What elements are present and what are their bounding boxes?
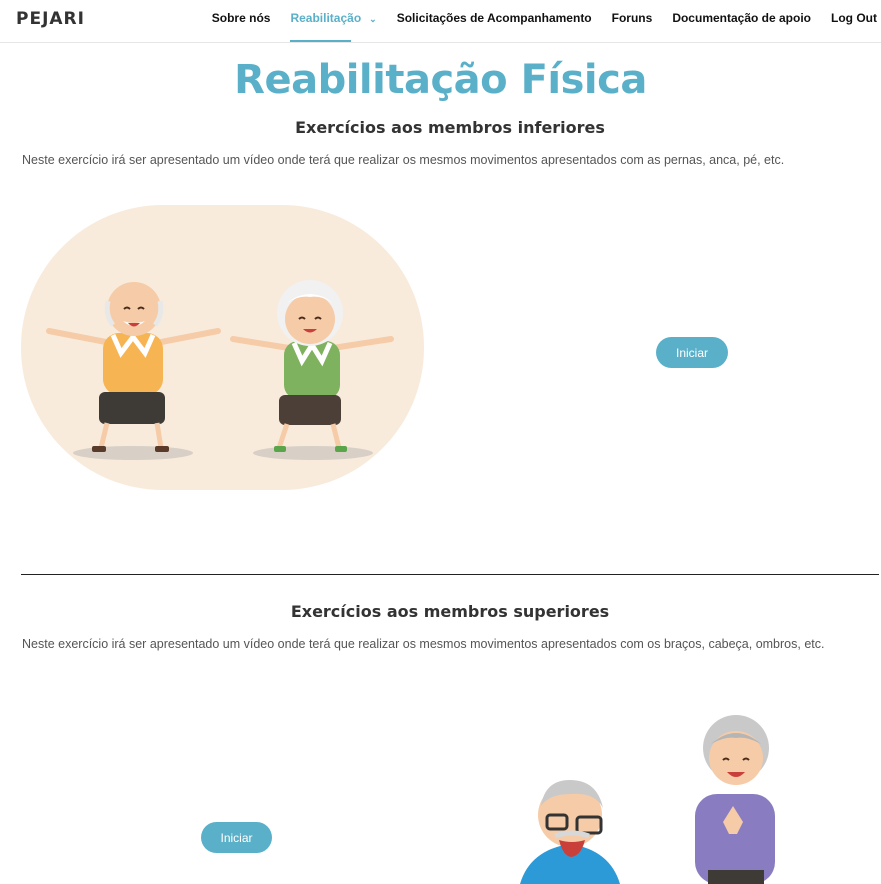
- section-title-lower-limbs: Exercícios aos membros inferiores: [295, 118, 605, 137]
- nav-label: Documentação de apoio: [672, 11, 812, 25]
- nav-item-sobre-nos[interactable]: Sobre nós: [212, 0, 271, 42]
- site-logo[interactable]: PEJARI: [16, 9, 85, 29]
- top-navbar: PEJARI Sobre nós Reabilitação ⌄ Solicitaç…: [0, 0, 881, 43]
- nav-item-log-out[interactable]: Log Out: [831, 0, 877, 42]
- elderly-couple-upper-body-illustration: [520, 715, 775, 884]
- page-title: Reabilitação Física: [234, 57, 647, 103]
- chevron-down-icon[interactable]: ⌄: [369, 14, 377, 24]
- nav-item-documentacao[interactable]: Documentação de apoio: [672, 0, 811, 42]
- section-title-upper-limbs: Exercícios aos membros superiores: [290, 602, 610, 621]
- main-nav: Sobre nós Reabilitação ⌄ Solicitações de …: [192, 0, 877, 42]
- nav-item-foruns[interactable]: Foruns: [612, 0, 653, 42]
- nav-label: Foruns: [611, 11, 653, 25]
- nav-label: Reabilitação: [290, 11, 362, 25]
- start-upper-limbs-button[interactable]: Iniciar: [201, 822, 272, 853]
- nav-label: Log Out: [831, 11, 877, 25]
- section-divider: [21, 574, 879, 575]
- nav-label: Solicitações de Acompanhamento: [396, 11, 592, 25]
- nav-item-reabilitacao[interactable]: Reabilitação ⌄: [290, 0, 377, 42]
- nav-item-solicitacoes[interactable]: Solicitações de Acompanhamento: [397, 0, 592, 42]
- start-lower-limbs-button[interactable]: Iniciar: [656, 337, 728, 368]
- section-description-lower-limbs: Neste exercício irá ser apresentado um v…: [22, 153, 785, 167]
- elderly-couple-exercising-illustration: [21, 205, 424, 490]
- section-description-upper-limbs: Neste exercício irá ser apresentado um v…: [22, 637, 825, 651]
- nav-label: Sobre nós: [211, 11, 271, 25]
